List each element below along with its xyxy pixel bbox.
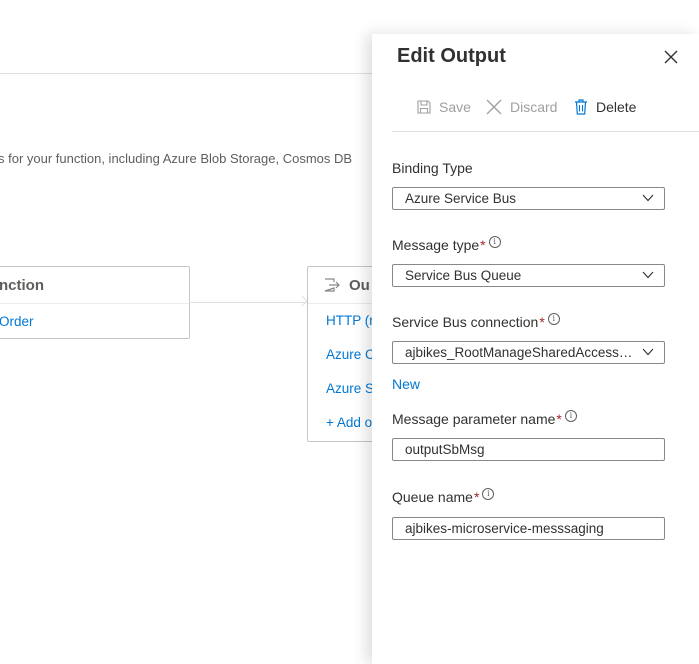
edit-output-panel: Edit Output Save Discard Delete Binding … [372, 34, 699, 664]
info-icon: i [488, 236, 501, 248]
outputs-card: Ou HTTP (r Azure C Azure S + Add o [307, 266, 372, 442]
add-output-link[interactable]: + Add o [326, 415, 372, 430]
header-divider [0, 73, 372, 74]
delete-label: Delete [596, 99, 637, 115]
required-marker: * [556, 411, 562, 427]
output-icon [324, 278, 340, 292]
toolbar-divider [392, 131, 699, 132]
function-card: nction Order [0, 266, 190, 339]
discard-button[interactable]: Discard [486, 96, 557, 118]
service-bus-connection-value: ajbikes_RootManageSharedAccessKey [405, 345, 640, 360]
queue-name-value: ajbikes-microservice-messsaging [405, 521, 604, 536]
panel-title: Edit Output [397, 45, 506, 67]
info-icon: i [547, 313, 560, 325]
delete-button[interactable]: Delete [574, 96, 636, 118]
new-connection-link[interactable]: New [392, 376, 420, 392]
message-type-dropdown[interactable]: Service Bus Queue [392, 264, 665, 287]
chevron-down-icon [642, 271, 654, 279]
message-parameter-name-value: outputSbMsg [405, 442, 485, 457]
queue-name-input[interactable]: ajbikes-microservice-messsaging [392, 517, 665, 540]
required-marker: * [539, 314, 545, 330]
save-label: Save [439, 99, 471, 115]
message-parameter-name-label: Message parameter name * i [392, 410, 577, 427]
save-button[interactable]: Save [417, 96, 471, 118]
binding-type-value: Azure Service Bus [405, 191, 517, 206]
background-page: s for your function, including Azure Blo… [0, 0, 372, 664]
save-icon [417, 100, 431, 114]
message-type-value: Service Bus Queue [405, 268, 522, 283]
binding-type-dropdown[interactable]: Azure Service Bus [392, 187, 665, 210]
function-card-title: nction [0, 277, 44, 294]
outputs-card-title: Ou [349, 277, 370, 294]
output-item-azure-s[interactable]: Azure S [326, 381, 372, 396]
delete-icon [575, 99, 587, 115]
required-marker: * [480, 237, 486, 253]
message-type-label: Message type * i [392, 236, 501, 253]
message-parameter-name-input[interactable]: outputSbMsg [392, 438, 665, 461]
info-icon: i [482, 488, 495, 500]
connector-arrow [296, 295, 308, 307]
bindings-description: s for your function, including Azure Blo… [0, 151, 353, 166]
chevron-down-icon [642, 348, 654, 356]
discard-icon [486, 99, 502, 115]
outputs-card-header: Ou [308, 267, 372, 304]
connector-line [189, 302, 307, 303]
required-marker: * [473, 489, 480, 505]
info-icon: i [564, 410, 577, 422]
service-bus-connection-label: Service Bus connection * i [392, 313, 560, 330]
binding-type-label: Binding Type [392, 160, 473, 176]
output-item-http[interactable]: HTTP (r [326, 313, 372, 328]
function-link[interactable]: Order [0, 314, 34, 329]
discard-label: Discard [510, 99, 558, 115]
close-icon[interactable] [662, 48, 680, 66]
output-item-azure-c[interactable]: Azure C [326, 347, 372, 362]
chevron-down-icon [642, 194, 654, 202]
service-bus-connection-dropdown[interactable]: ajbikes_RootManageSharedAccessKey [392, 341, 665, 364]
queue-name-label: Queue name * i [392, 488, 495, 505]
